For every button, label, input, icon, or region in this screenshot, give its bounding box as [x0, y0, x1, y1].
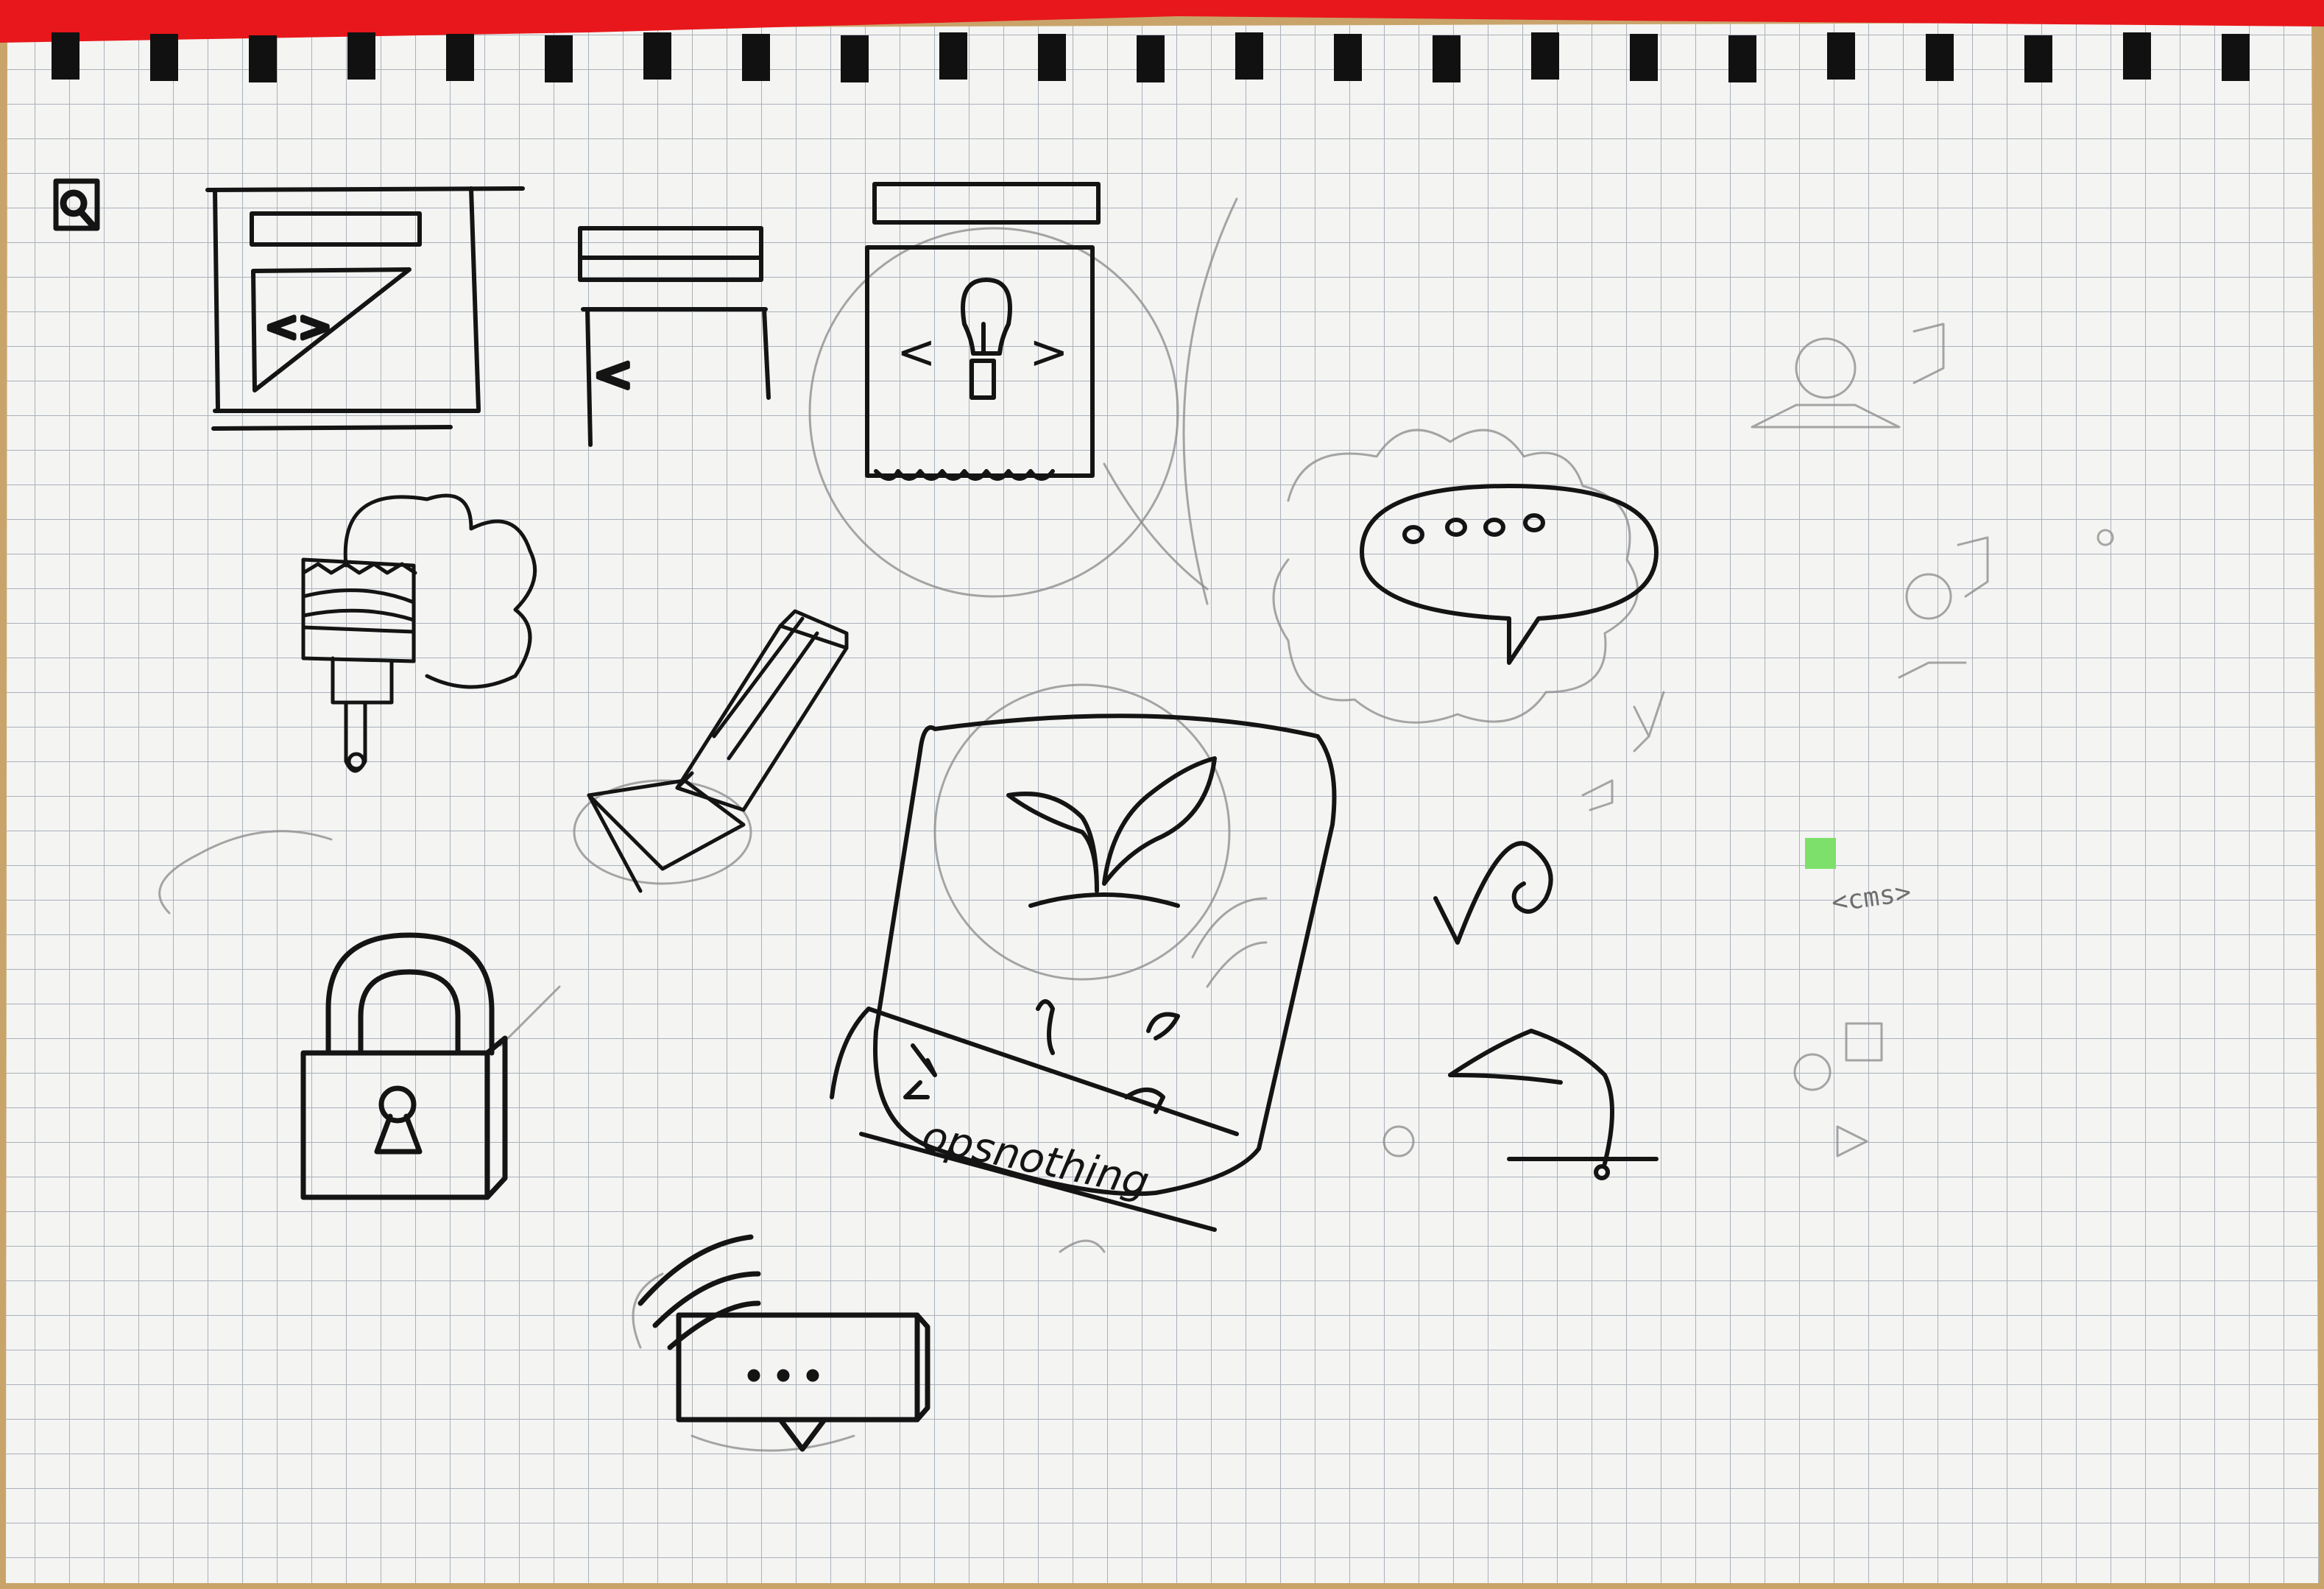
binding-hole [1531, 32, 1559, 80]
binding-hole [1235, 32, 1263, 80]
binding-hole [52, 32, 80, 80]
binding-hole [742, 34, 770, 81]
binding-hole [150, 34, 178, 81]
notebook-paper [6, 22, 2319, 1583]
binding-hole [643, 32, 671, 80]
binding-hole [2024, 35, 2052, 82]
binding-hole [1926, 34, 1954, 81]
binding-hole [1433, 35, 1461, 82]
sketch-page: <> < < > opsnothing <cms> [0, 0, 2324, 1589]
binding-hole [1334, 34, 1362, 81]
binding-hole [347, 32, 375, 80]
binding-hole [249, 35, 277, 82]
binding-hole [1827, 32, 1855, 80]
bulb-bracket-left: < [897, 325, 936, 380]
binding-hole [1038, 34, 1066, 81]
binding-hole [939, 32, 967, 80]
binding-hole [2222, 34, 2250, 81]
open-bracket-label: < [593, 348, 633, 402]
binding-hole [1728, 35, 1756, 82]
binding-hole [545, 35, 573, 82]
bulb-bracket-right: > [1029, 325, 1069, 380]
binding-hole [446, 34, 474, 81]
binding-hole [2123, 32, 2151, 80]
green-sticky-note [1805, 838, 1836, 869]
binding-hole [841, 35, 869, 82]
binding-hole [1137, 35, 1165, 82]
code-brackets-label: <> [265, 303, 332, 350]
binding-hole [1630, 34, 1658, 81]
